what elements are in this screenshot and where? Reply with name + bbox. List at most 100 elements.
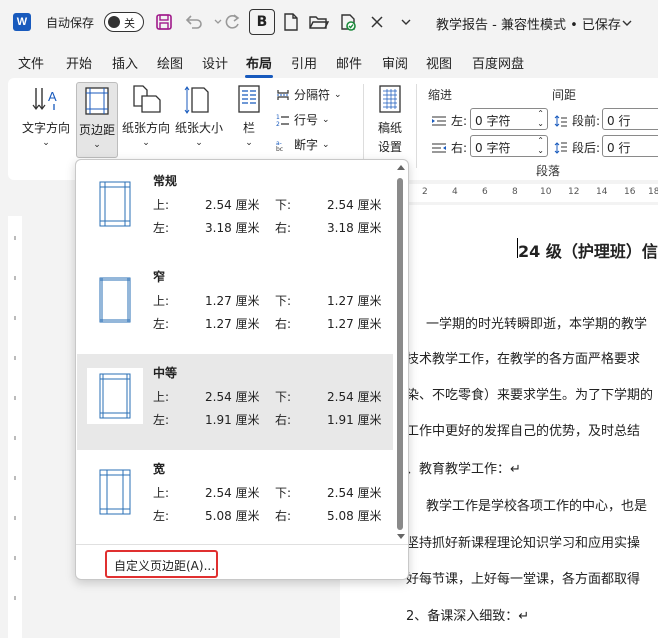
tab-insert[interactable]: 插入 (112, 53, 138, 72)
option-bottom-label: 下: (275, 486, 292, 500)
ruler-mark: 16 (624, 187, 636, 197)
columns-button[interactable]: 栏 ⌄ (234, 84, 264, 152)
autosave-toggle[interactable]: 关 (104, 12, 144, 32)
margin-preview-icon (87, 176, 143, 232)
open-folder-icon[interactable] (307, 10, 331, 34)
svg-text:1: 1 (276, 114, 280, 121)
line-numbers-icon: 12 (276, 114, 289, 127)
spacing-before-label-wrap: 段前: (554, 112, 600, 129)
custom-margins-button[interactable]: 自定义页边距(A)... (105, 550, 218, 578)
document-line[interactable]: 教学工作是学校各项工作的中心，也是 (426, 495, 647, 514)
hyphenation-button[interactable]: a-bc 断字 ⌄ (276, 136, 330, 153)
size-button[interactable]: 纸张大小 ⌄ (174, 84, 224, 152)
indent-right-spinner-icon[interactable]: ⌃ ⌄ (537, 136, 544, 156)
spacing-before-field[interactable]: 0 行 (602, 108, 658, 130)
option-name: 常规 (153, 174, 178, 188)
breaks-label: 分隔符 (294, 88, 331, 102)
spacing-after-field[interactable]: 0 行 (602, 135, 658, 157)
option-top-value: 2.54 厘米 (205, 390, 260, 404)
document-line[interactable]: 工作中更好的发挥自己的优势，及时总结 (406, 420, 640, 439)
draft-settings-label-1: 稿纸 (377, 121, 402, 135)
save-icon[interactable] (152, 10, 176, 34)
orientation-button[interactable]: 纸张方向 ⌄ (121, 84, 171, 152)
title-bar: W 自动保存 关 B 教学报告 - 兼容性模式 • 已保存 (0, 0, 658, 44)
document-line[interactable]: 染、不吃零食）来要求学生。为了下学期的 (406, 384, 653, 403)
option-left-label: 左: (153, 509, 170, 523)
scrollbar-thumb[interactable] (397, 178, 403, 530)
option-bottom-value: 2.54 厘米 (327, 198, 382, 212)
document-title[interactable]: 教学报告 - 兼容性模式 • 已保存 (436, 14, 621, 33)
tab-mailings[interactable]: 邮件 (336, 53, 362, 72)
tab-home[interactable]: 开始 (66, 53, 92, 72)
option-top-label: 上: (153, 294, 170, 308)
ruler-mark: 10 (540, 187, 552, 197)
svg-text:2: 2 (276, 121, 280, 127)
option-right-value: 3.18 厘米 (327, 221, 382, 235)
margin-option-normal[interactable]: 常规 上: 2.54 厘米 下: 2.54 厘米 左: 3.18 厘米 右: 3… (77, 162, 393, 258)
indent-left-label: 左: (451, 114, 468, 128)
option-right-label: 右: (275, 413, 292, 427)
dropdown-scrollbar[interactable] (394, 160, 408, 544)
indent-left-field[interactable]: 0 字符 ⌃ ⌄ (470, 108, 548, 130)
tab-file[interactable]: 文件 (18, 53, 44, 72)
margin-option-wide[interactable]: 宽 上: 2.54 厘米 下: 2.54 厘米 左: 5.08 厘米 右: 5.… (77, 450, 393, 546)
ribbon-separator (416, 84, 417, 168)
option-left-label: 左: (153, 317, 170, 331)
size-icon (184, 86, 209, 114)
option-right-label: 右: (275, 317, 292, 331)
scroll-down-icon[interactable] (394, 531, 408, 543)
margins-button[interactable]: 页边距 ⌄ (76, 82, 118, 158)
line-numbers-button[interactable]: 12 行号 ⌄ (276, 111, 330, 128)
margin-option-moderate[interactable]: 中等 上: 2.54 厘米 下: 2.54 厘米 左: 1.91 厘米 右: 1… (77, 354, 393, 450)
document-line[interactable]: 好每节课，上好每一堂课，各方面都取得 (406, 568, 640, 587)
undo-icon[interactable] (182, 10, 206, 34)
tab-design[interactable]: 设计 (202, 53, 228, 72)
document-line[interactable]: 2、备课深入细致：↵ (406, 605, 529, 624)
ruler-mark: 6 (482, 187, 488, 197)
tab-references[interactable]: 引用 (291, 53, 317, 72)
margins-label: 页边距 (78, 123, 115, 137)
title-chevron-down-icon[interactable] (615, 11, 639, 35)
document-heading[interactable]: 24 级（护理班）信 (518, 238, 658, 262)
option-bottom-value: 2.54 厘米 (327, 390, 382, 404)
option-right-label: 右: (275, 509, 292, 523)
scroll-up-icon[interactable] (394, 162, 408, 174)
orientation-label: 纸张方向 (121, 121, 170, 135)
draft-paper-icon (379, 85, 401, 113)
new-file-icon[interactable] (279, 10, 303, 34)
more-icon[interactable] (394, 10, 418, 34)
option-left-value: 1.91 厘米 (205, 413, 260, 427)
draft-settings-button[interactable]: 稿纸 设置 (370, 84, 410, 154)
tab-draw[interactable]: 绘图 (157, 53, 183, 72)
option-top-value: 1.27 厘米 (205, 294, 260, 308)
text-direction-button[interactable]: A 文字方向 ⌄ (20, 84, 72, 152)
spacing-after-value: 0 行 (607, 141, 631, 155)
tab-view[interactable]: 视图 (426, 53, 452, 72)
ruler-mark: 12 (568, 187, 580, 197)
tab-layout[interactable]: 布局 (246, 53, 272, 72)
option-right-value: 1.91 厘米 (327, 413, 382, 427)
bold-icon[interactable]: B (249, 9, 275, 35)
margin-option-narrow[interactable]: 窄 上: 1.27 厘米 下: 1.27 厘米 左: 1.27 厘米 右: 1.… (77, 258, 393, 354)
document-line[interactable]: 技术教学工作，在教学的各方面严格要求 (406, 348, 640, 367)
ruler-mark: 4 (452, 187, 458, 197)
breaks-button[interactable]: 分隔符 ⌄ (276, 86, 342, 103)
document-line[interactable]: 、教育教学工作：↵ (406, 458, 521, 477)
indent-left-spinner-icon[interactable]: ⌃ ⌄ (537, 109, 544, 129)
option-left-label: 左: (153, 413, 170, 427)
svg-text:A: A (48, 89, 57, 104)
columns-icon (238, 85, 260, 113)
tab-review[interactable]: 审阅 (382, 53, 408, 72)
option-bottom-label: 下: (275, 294, 292, 308)
paragraph-group-label: 段落 (536, 164, 561, 178)
indent-right-field[interactable]: 0 字符 ⌃ ⌄ (470, 135, 548, 157)
margin-preview-icon (87, 368, 143, 424)
document-line[interactable]: 一学期的时光转瞬即逝，本学期的教学 (426, 313, 647, 332)
close-icon[interactable] (365, 10, 389, 34)
sync-icon[interactable] (336, 10, 360, 34)
redo-icon[interactable] (220, 10, 244, 34)
tab-baidu-netdisk[interactable]: 百度网盘 (472, 53, 524, 72)
margins-icon (85, 87, 109, 115)
document-line[interactable]: 坚持抓好新课程理论知识学习和应用实操 (406, 532, 640, 551)
option-name: 宽 (153, 462, 166, 476)
